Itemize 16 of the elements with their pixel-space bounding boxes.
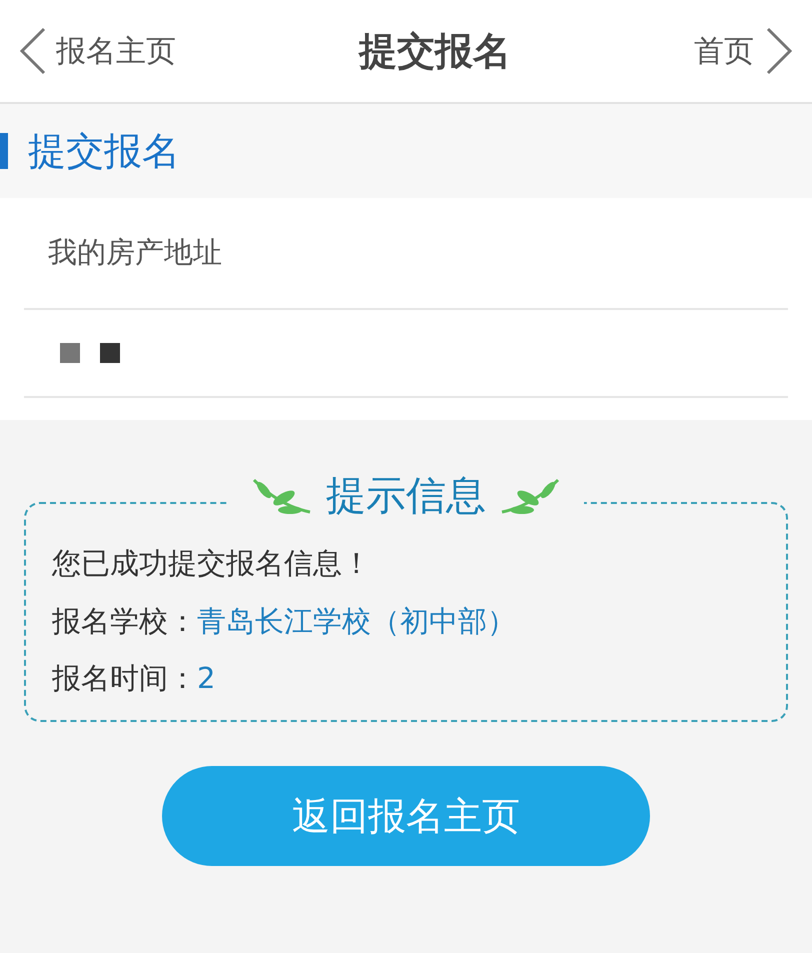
page-title: 提交报名 [359,28,511,74]
back-link[interactable]: 报名主页 [18,27,176,75]
home-link[interactable]: 首页 [694,27,794,75]
field-label: 我的房产地址 [48,234,222,272]
info-label: 报名时间： [52,660,197,697]
info-value: 青岛长江学校（初中部） [197,602,516,640]
info-value: 2 [197,660,216,697]
accent-bar [0,133,8,169]
tip-title: 提示信息 [326,472,486,521]
leaf-sprig-icon [250,476,312,516]
back-chevron-icon [18,27,48,75]
leaf-sprig-icon [500,476,562,516]
section-title: 提交报名 [28,128,180,174]
info-label: 报名学校： [52,602,197,640]
tip-message: 您已成功提交报名信息！ [52,545,372,582]
forward-chevron-icon [764,27,794,75]
